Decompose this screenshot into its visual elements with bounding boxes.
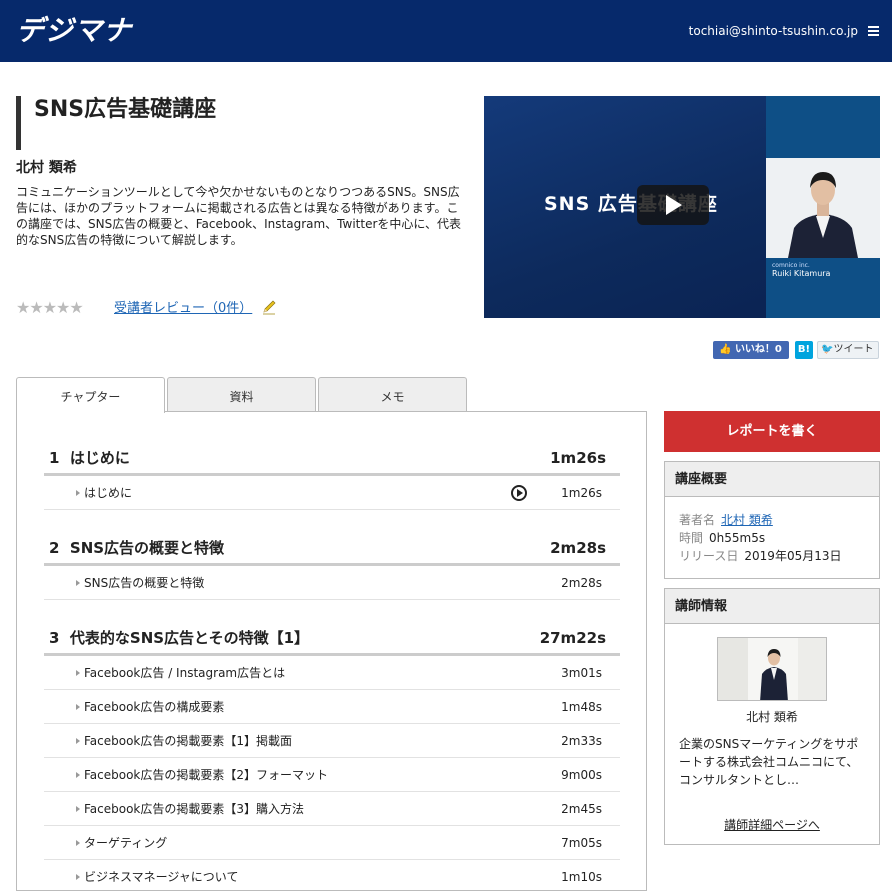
lesson-duration: 7m05s [561, 836, 602, 850]
release-value: 2019年05月13日 [744, 549, 842, 563]
video-instructor-photo [766, 158, 880, 258]
user-email[interactable]: tochiai@shinto-tsushin.co.jp [689, 23, 858, 39]
lesson-duration: 1m10s [561, 870, 602, 884]
chapter-section: 2 SNS広告の概要と特徴 2m28s SNS広告の概要と特徴 2m28s [44, 530, 620, 600]
bullet-triangle-icon [76, 806, 80, 812]
chapter-header: 1 はじめに 1m26s [44, 440, 620, 476]
course-description: コミュニケーションツールとして今や欠かせないものとなりつつあるSNS。SNS広告… [16, 185, 462, 247]
bullet-triangle-icon [76, 738, 80, 744]
author-label: 著者名 [679, 513, 716, 527]
tab-chapters[interactable]: チャプター [16, 377, 165, 413]
bullet-triangle-icon [76, 840, 80, 846]
duration-label: 時間 [679, 531, 704, 545]
instructor-name: 北村 類希 [16, 160, 77, 176]
release-info: リリース日 2019年05月13日 [679, 548, 842, 564]
hatena-bookmark-button[interactable]: B! [795, 341, 813, 359]
bullet-triangle-icon [76, 580, 80, 586]
chapter-duration: 1m26s [550, 449, 606, 467]
duration-info: 時間 0h55m5s [679, 530, 765, 546]
lesson-title: はじめに [84, 486, 133, 500]
play-button[interactable] [637, 185, 709, 225]
lesson-duration: 1m48s [561, 700, 602, 714]
rating-stars: ★★★★★ [16, 298, 84, 317]
lesson-duration: 9m00s [561, 768, 602, 782]
chapter-section: 1 はじめに 1m26s はじめに 1m26s [44, 440, 620, 510]
like-label: いいね！0 [734, 344, 782, 355]
chapter-title: 3 代表的なSNS広告とその特徴【1】 [49, 629, 310, 647]
chapter-section: 3 代表的なSNS広告とその特徴【1】 27m22s Facebook広告 / … [44, 620, 620, 890]
course-overview-box: 講座概要 著者名 北村 類希 時間 0h55m5s リリース日 2019年05月13日 [664, 461, 880, 579]
bullet-triangle-icon [76, 704, 80, 710]
play-circle-icon[interactable] [511, 485, 527, 501]
lesson-row[interactable]: Facebook広告 / Instagram広告とは 3m01s [44, 656, 620, 690]
bullet-triangle-icon [76, 772, 80, 778]
tab-materials[interactable]: 資料 [167, 377, 316, 412]
lesson-title: Facebook広告の掲載要素【2】フォーマット [84, 768, 329, 782]
lesson-row[interactable]: Facebook広告の掲載要素【2】フォーマット 9m00s [44, 758, 620, 792]
tab-memo[interactable]: メモ [318, 377, 467, 412]
tweet-button[interactable]: 🐦ツイート [817, 341, 879, 359]
video-player[interactable]: comnico inc. Ruiki Kitamura SNS 広告基礎講座 [484, 96, 880, 318]
teacher-avatar [717, 637, 827, 701]
teacher-info-box: 講師情報 北村 類希 企業のSNSマーケティングをサポートする株式会社コムニコに… [664, 588, 880, 845]
lesson-row[interactable]: Facebook広告の掲載要素【3】購入方法 2m45s [44, 792, 620, 826]
chapter-title: 2 SNS広告の概要と特徴 [49, 539, 225, 557]
lesson-duration: 2m45s [561, 802, 602, 816]
title-accent-bar [16, 96, 21, 150]
chapter-list-panel: 1 はじめに 1m26s はじめに 1m26s 2 SNS広告の概要と特徴 2m… [16, 411, 647, 891]
chapter-header: 2 SNS広告の概要と特徴 2m28s [44, 530, 620, 566]
lesson-title: Facebook広告の構成要素 [84, 700, 225, 714]
tweet-label: ツイート [833, 344, 874, 355]
lesson-duration: 2m28s [561, 576, 602, 590]
lesson-duration: 3m01s [561, 666, 602, 680]
teacher-description: 企業のSNSマーケティングをサポートする株式会社コムニコにて、コンサルタントとし… [679, 737, 859, 787]
review-link[interactable]: 受講者レビュー（0件） [114, 301, 252, 317]
facebook-like-button[interactable]: 👍 いいね！0 [713, 341, 789, 359]
chapter-duration: 2m28s [550, 539, 606, 557]
lesson-title: Facebook広告の掲載要素【3】購入方法 [84, 802, 305, 816]
lesson-row[interactable]: Facebook広告の掲載要素【1】掲載面 2m33s [44, 724, 620, 758]
teacher-name: 北村 類希 [746, 710, 798, 724]
bullet-triangle-icon [76, 874, 80, 880]
twitter-bird-icon: 🐦 [821, 344, 834, 355]
duration-value: 0h55m5s [709, 531, 766, 545]
overview-heading: 講座概要 [665, 462, 879, 497]
lesson-duration: 2m33s [561, 734, 602, 748]
top-header: デジマナ tochiai@shinto-tsushin.co.jp [0, 0, 892, 62]
write-report-button[interactable]: レポートを書く [664, 411, 880, 452]
teacher-heading: 講師情報 [665, 589, 879, 624]
lesson-title: ターゲティング [84, 836, 168, 850]
lesson-title: Facebook広告の掲載要素【1】掲載面 [84, 734, 293, 748]
logo[interactable]: デジマナ [16, 14, 132, 48]
lesson-row[interactable]: ターゲティング 7m05s [44, 826, 620, 860]
lesson-title: SNS広告の概要と特徴 [84, 576, 205, 590]
course-title: SNS広告基礎講座 [34, 97, 217, 122]
chapter-title: 1 はじめに [49, 449, 130, 467]
bullet-triangle-icon [76, 670, 80, 676]
chapter-duration: 27m22s [539, 629, 606, 647]
teacher-detail-link[interactable]: 講師詳細ページへ [665, 817, 879, 833]
hamburger-menu-icon[interactable] [868, 26, 879, 36]
pencil-icon[interactable] [261, 299, 277, 315]
lesson-title: Facebook広告 / Instagram広告とは [84, 666, 286, 680]
author-info: 著者名 北村 類希 [679, 512, 773, 528]
lesson-row[interactable]: はじめに 1m26s [44, 476, 620, 510]
video-caption-name: Ruiki Kitamura [772, 269, 831, 278]
bullet-triangle-icon [76, 490, 80, 496]
author-link[interactable]: 北村 類希 [721, 513, 773, 527]
chapter-header: 3 代表的なSNS広告とその特徴【1】 27m22s [44, 620, 620, 656]
lesson-row[interactable]: Facebook広告の構成要素 1m48s [44, 690, 620, 724]
lesson-row[interactable]: SNS広告の概要と特徴 2m28s [44, 566, 620, 600]
lesson-title: ビジネスマネージャについて [84, 870, 239, 884]
release-label: リリース日 [679, 549, 739, 563]
lesson-duration: 1m26s [561, 486, 602, 500]
thumbs-up-icon: 👍 [719, 344, 732, 355]
lesson-row[interactable]: ビジネスマネージャについて 1m10s [44, 860, 620, 890]
